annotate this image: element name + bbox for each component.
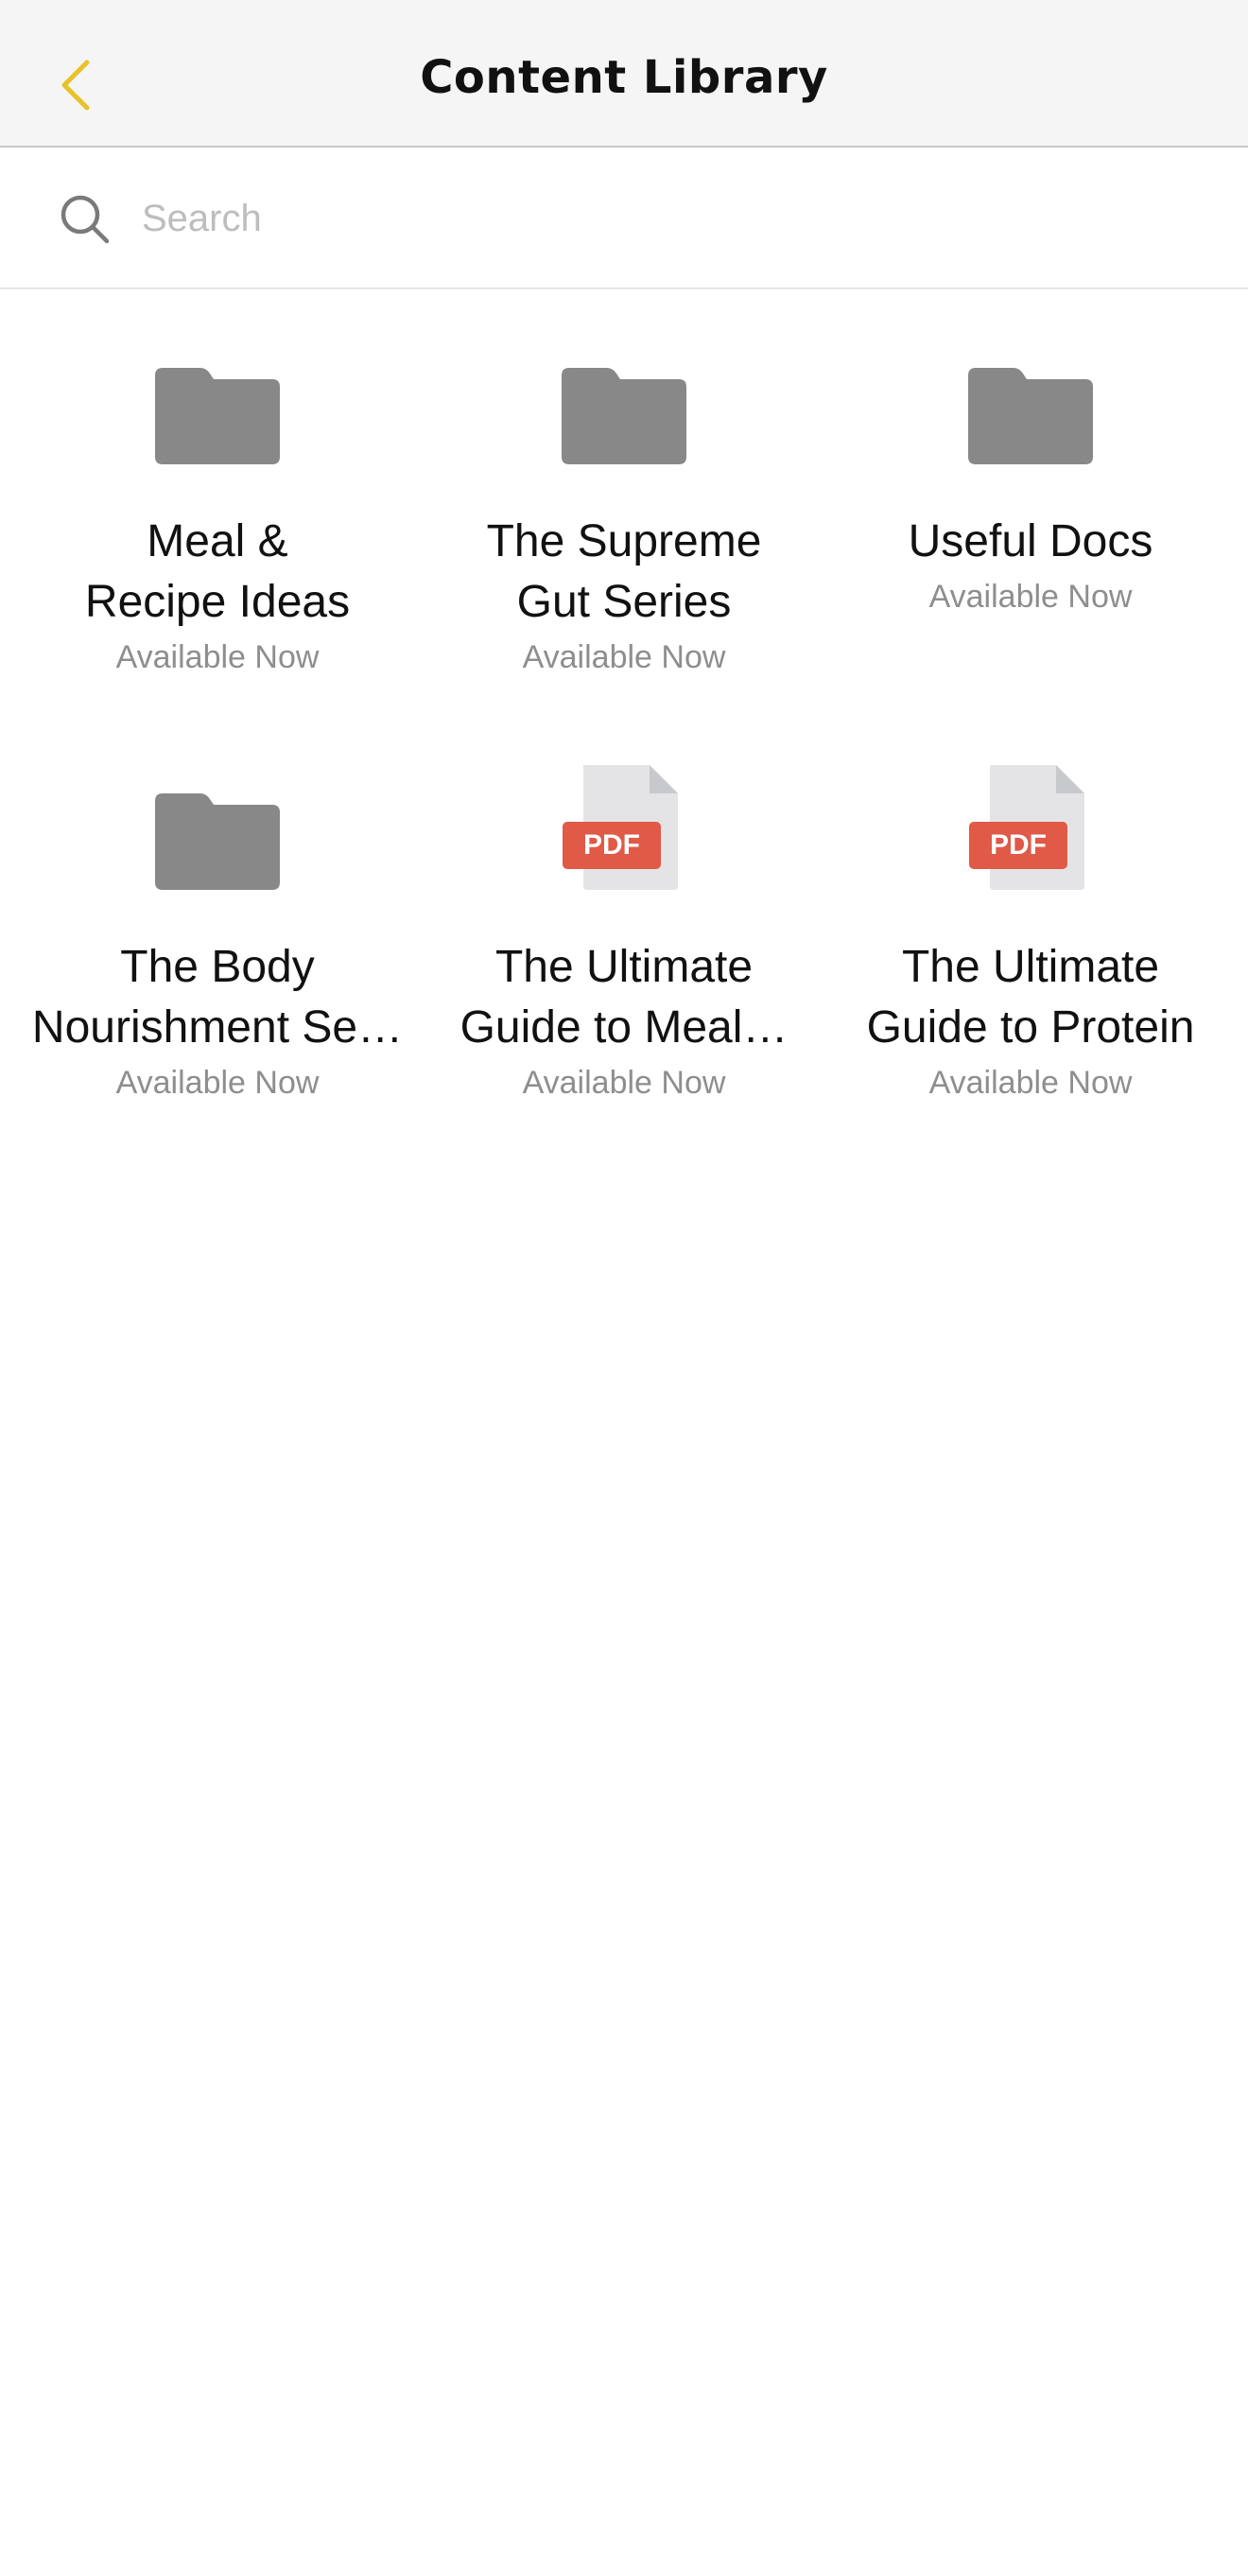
folder-item-supreme-gut-series[interactable]: The Supreme Gut Series Available Now	[421, 350, 827, 700]
folder-icon	[14, 350, 421, 468]
folder-item-body-nourishment-series[interactable]: The Body Nourishment Se… Available Now	[14, 775, 421, 1125]
pdf-item-ultimate-guide-protein[interactable]: PDF The Ultimate Guide to Protein Availa…	[827, 765, 1234, 1125]
pdf-file-icon: PDF	[827, 765, 1234, 894]
item-status: Available Now	[522, 1065, 726, 1101]
item-status: Available Now	[928, 579, 1133, 615]
nav-header: Content Library	[0, 0, 1248, 148]
page-title: Content Library	[420, 51, 828, 104]
item-title: Meal & Recipe Ideas	[84, 516, 351, 627]
pdf-badge: PDF	[990, 829, 1047, 861]
content-grid: Meal & Recipe Ideas Available Now The Su…	[0, 350, 1248, 1125]
content-library-screen: Content Library Meal & Recipe Ideas Avai…	[0, 0, 1248, 2576]
pdf-item-ultimate-guide-meal[interactable]: PDF The Ultimate Guide to Meal… Availabl…	[421, 765, 827, 1125]
item-status: Available Now	[115, 639, 320, 675]
item-title: The Body Nourishment Se…	[31, 942, 404, 1053]
item-status: Available Now	[115, 1065, 320, 1101]
folder-icon	[421, 350, 827, 468]
folder-icon	[827, 350, 1234, 468]
folder-item-useful-docs[interactable]: Useful Docs Available Now	[827, 350, 1234, 700]
search-icon	[61, 195, 110, 244]
pdf-file-icon: PDF	[421, 765, 827, 894]
folder-icon	[14, 775, 421, 894]
item-title: The Supreme Gut Series	[486, 516, 762, 627]
pdf-badge: PDF	[583, 829, 640, 861]
folder-item-meal-recipe-ideas[interactable]: Meal & Recipe Ideas Available Now	[14, 350, 421, 700]
search-bar	[0, 148, 1248, 289]
search-input[interactable]	[142, 185, 1182, 252]
item-title: The Ultimate Guide to Meal…	[459, 942, 789, 1053]
item-status: Available Now	[522, 639, 726, 675]
item-title: The Ultimate Guide to Protein	[866, 942, 1195, 1053]
item-title: Useful Docs	[908, 516, 1153, 566]
item-status: Available Now	[928, 1065, 1133, 1101]
